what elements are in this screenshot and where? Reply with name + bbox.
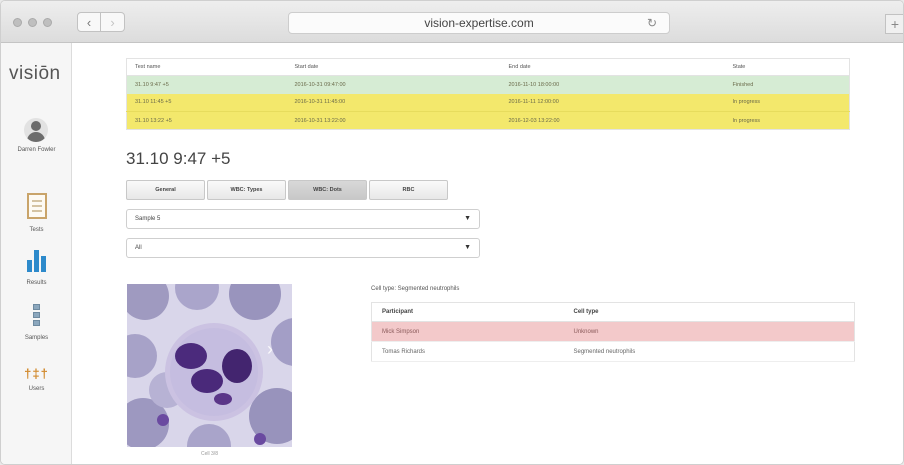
participants-table: Participant Cell type Mick Simpson Unkno… [371,302,855,362]
table-cell: Unknown [563,321,855,342]
sample-select-value: Sample 5 [135,216,161,222]
tests-table: Test name Start date End date State 31.1… [126,58,850,130]
tab-general[interactable]: General [126,180,205,200]
avatar-body [27,132,45,142]
table-cell: In progress [724,111,850,130]
bar-chart-icon [27,248,46,272]
table-row[interactable]: 31.10 13:22 +5 2016-10-31 13:22:00 2016-… [126,111,850,130]
document-icon [26,193,47,219]
sidebar-item-label: Users [28,386,45,392]
close-window-button[interactable] [13,18,22,27]
chevron-left-icon: ‹ [86,14,92,30]
column-header: Test name [126,58,287,76]
samples-icon [31,303,43,327]
address-text: vision-expertise.com [424,16,534,30]
sidebar-item-label: Results [26,280,47,286]
cell-type-label: Cell type: Segmented neutrophils [371,286,460,292]
table-header-row: Test name Start date End date State [126,58,850,76]
sidebar-item-results[interactable]: Results [1,248,72,286]
users-icon: †‡† [24,366,49,381]
column-header: Cell type [563,302,855,322]
sidebar-item-label: Tests [29,227,44,233]
filter-select[interactable]: All ▼ [126,238,480,258]
sidebar-item-samples[interactable]: Samples [1,303,72,341]
zoom-window-button[interactable] [43,18,52,27]
table-row[interactable]: 31.10 9:47 +5 2016-10-31 09:47:00 2016-1… [126,75,850,94]
column-header: End date [500,58,725,76]
forward-button[interactable]: › [101,12,125,32]
browser-titlebar: ‹ › vision-expertise.com ↻ + [1,1,903,43]
filter-select-value: All [135,245,142,251]
caret-down-icon: ▼ [464,215,471,222]
minimize-window-button[interactable] [28,18,37,27]
table-row[interactable]: 31.10 11:45 +5 2016-10-31 11:45:00 2016-… [126,93,850,112]
browser-window: ‹ › vision-expertise.com ↻ + visiōn Darr… [0,0,904,465]
table-cell: Mick Simpson [371,321,564,342]
new-tab-button[interactable]: + [885,14,903,34]
avatar-head [31,121,41,131]
sample-select[interactable]: Sample 5 ▼ [126,209,480,229]
tab-wbc-types[interactable]: WBC: Types [207,180,286,200]
table-cell: Finished [724,75,850,94]
next-image-arrow[interactable]: › [267,339,273,360]
table-cell: 31.10 9:47 +5 [126,75,287,94]
table-cell: Tomas Richards [371,341,564,362]
user-avatar[interactable] [24,118,48,142]
history-nav: ‹ › [77,12,125,32]
column-header: Participant [371,302,564,322]
test-tabs: General WBC: Types WBC: Dots RBC [126,180,448,200]
table-cell: In progress [724,93,850,112]
sidebar-item-users[interactable]: †‡† Users [1,365,72,392]
window-controls [13,18,52,27]
address-bar[interactable]: vision-expertise.com ↻ [288,12,670,34]
main-content: Test name Start date End date State 31.1… [73,43,903,464]
reload-icon[interactable]: ↻ [647,16,657,30]
table-cell: 2016-12-03 13:22:00 [500,111,725,130]
table-cell: 2016-10-31 09:47:00 [286,75,501,94]
table-row[interactable]: Tomas Richards Segmented neutrophils [371,341,855,362]
table-cell: Segmented neutrophils [563,341,855,362]
tab-wbc-dots[interactable]: WBC: Dots [288,180,367,200]
sidebar-item-tests[interactable]: Tests [1,193,72,233]
blood-cell-image[interactable] [127,284,292,447]
table-cell: 31.10 13:22 +5 [126,111,287,130]
back-button[interactable]: ‹ [77,12,101,32]
sidebar-item-label: Samples [24,335,49,341]
table-cell: 31.10 11:45 +5 [126,93,287,112]
image-caption: Cell 3/8 [201,451,218,457]
column-header: Start date [286,58,501,76]
table-row[interactable]: Mick Simpson Unknown [371,321,855,342]
user-name[interactable]: Darren Fowler [3,147,70,153]
sidebar: visiōn Darren Fowler Tests Results Sampl… [1,43,72,464]
column-header: State [724,58,850,76]
app-logo[interactable]: visiōn [9,63,61,85]
tab-rbc[interactable]: RBC [369,180,448,200]
table-cell: 2016-11-10 18:00:00 [500,75,725,94]
table-cell: 2016-10-31 13:22:00 [286,111,501,130]
page-title: 31.10 9:47 +5 [126,149,231,168]
chevron-right-icon: › [110,14,115,30]
table-cell: 2016-11-11 12:00:00 [500,93,725,112]
caret-down-icon: ▼ [464,244,471,251]
table-cell: 2016-10-31 11:45:00 [286,93,501,112]
table-header-row: Participant Cell type [371,302,855,322]
plus-icon: + [890,16,900,32]
